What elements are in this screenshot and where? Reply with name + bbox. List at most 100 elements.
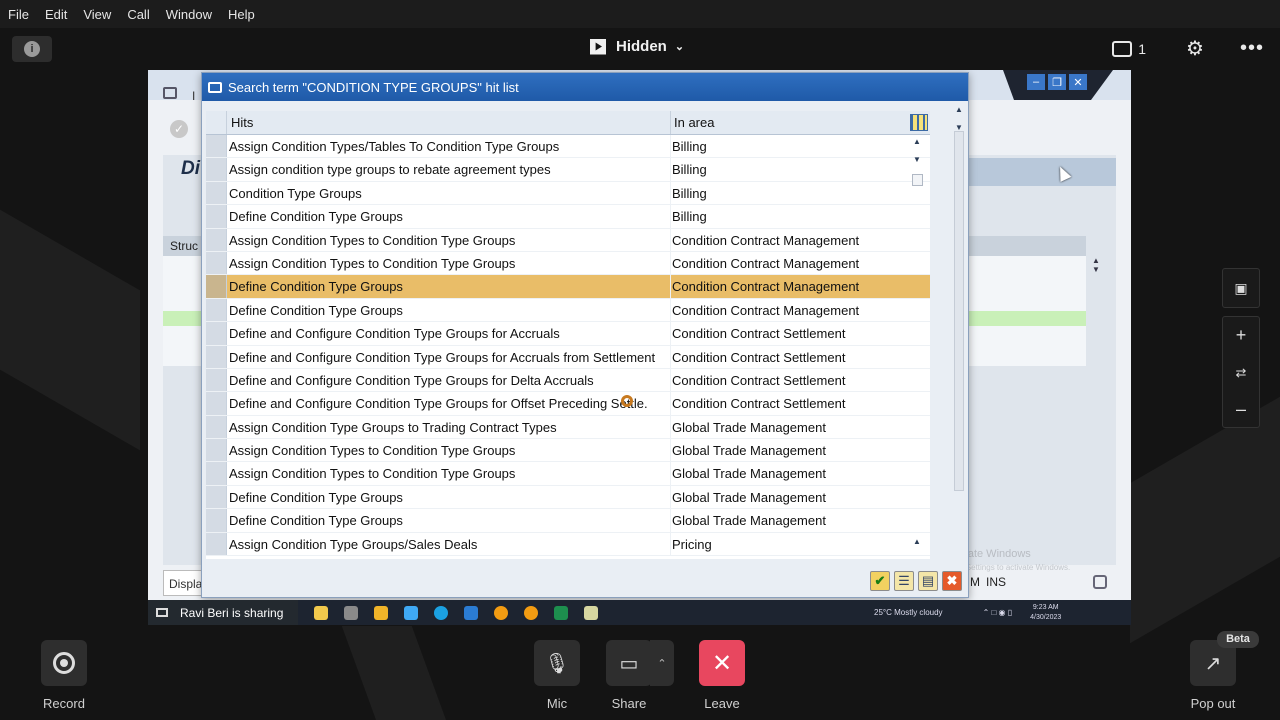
row-selector[interactable] <box>206 532 227 556</box>
new-search-icon[interactable]: ☰ <box>894 571 914 591</box>
row-selector[interactable] <box>206 322 227 345</box>
area-cell[interactable]: Condition Contract Management <box>671 275 930 298</box>
hit-cell[interactable]: Define and Configure Condition Type Grou… <box>227 392 671 415</box>
hit-cell[interactable]: Define and Configure Condition Type Grou… <box>227 322 671 345</box>
area-cell[interactable]: Global Trade Management <box>671 439 930 461</box>
area-cell[interactable]: Pricing <box>671 533 930 555</box>
chat-icon[interactable] <box>1112 40 1133 57</box>
hit-cell[interactable]: Assign Condition Types to Condition Type… <box>227 228 671 251</box>
area-cell[interactable]: Condition Contract Settlement <box>671 322 930 344</box>
row-selector[interactable] <box>206 181 227 205</box>
row-selector[interactable] <box>206 345 227 368</box>
row-selector[interactable] <box>206 135 227 158</box>
tray-icons[interactable]: ⌃ □ ◉ ▯ <box>983 608 1013 617</box>
menu-help[interactable]: Help <box>228 7 255 22</box>
hit-cell[interactable]: Assign Condition Types to Condition Type… <box>227 462 671 485</box>
area-cell[interactable]: Billing <box>671 158 930 180</box>
area-cell[interactable]: Billing <box>671 205 930 227</box>
hit-cell[interactable]: Assign Condition Type Groups to Trading … <box>227 415 671 439</box>
clock[interactable]: 9:23 AM 4/30/2023 <box>1030 603 1061 623</box>
table-row[interactable]: Assign condition type groups to rebate a… <box>206 158 930 182</box>
file-explorer-icon[interactable] <box>374 605 388 620</box>
table-row[interactable]: Assign Condition Types to Condition Type… <box>206 251 930 276</box>
task-view-icon[interactable] <box>344 605 358 620</box>
table-row[interactable]: Assign Condition Types to Condition Type… <box>206 462 930 486</box>
cancel-button[interactable]: ✖ <box>942 571 962 591</box>
table-row[interactable]: Assign Condition Types to Condition Type… <box>206 228 930 252</box>
column-header-area[interactable]: In area <box>671 111 930 134</box>
continue-button[interactable]: ✔ <box>870 571 890 591</box>
menu-call[interactable]: Call <box>127 7 149 22</box>
hit-cell[interactable]: Define Condition Type Groups <box>227 275 671 298</box>
hit-cell[interactable]: Assign condition type groups to rebate a… <box>227 158 671 181</box>
area-cell[interactable]: Condition Contract Settlement <box>671 369 930 391</box>
area-cell[interactable]: Billing <box>671 182 930 204</box>
row-selector[interactable] <box>206 228 227 251</box>
row-selector[interactable] <box>206 462 227 485</box>
table-row[interactable]: Define Condition Type Groups Billing <box>206 205 930 229</box>
table-row[interactable]: Define and Configure Condition Type Grou… <box>206 322 930 346</box>
store-icon[interactable] <box>404 605 418 620</box>
gear-icon[interactable]: ⚙ <box>1186 36 1204 61</box>
area-cell[interactable]: Global Trade Management <box>671 486 930 508</box>
table-row[interactable]: Define Condition Type Groups Global Trade… <box>206 485 930 510</box>
mic-button[interactable]: 🎙 <box>534 640 580 686</box>
table-row[interactable]: Define Condition Type Groups Condition Co… <box>206 298 930 323</box>
scroll-up-icon[interactable]: ▲ <box>955 105 963 114</box>
area-cell[interactable]: Condition Contract Management <box>671 299 930 321</box>
share-button[interactable]: ▭ <box>606 640 652 686</box>
menu-view[interactable]: View <box>83 7 111 22</box>
lock-icon[interactable] <box>1093 575 1107 589</box>
print-list-icon[interactable]: ▤ <box>918 571 938 591</box>
zoom-out-icon[interactable]: – <box>1223 391 1259 428</box>
scrollbar-track[interactable] <box>954 131 964 491</box>
table-row[interactable]: Define and Configure Condition Type Grou… <box>206 392 930 416</box>
table-row[interactable]: Assign Condition Types to Condition Type… <box>206 439 930 463</box>
hit-cell[interactable]: Assign Condition Types/Tables To Conditi… <box>227 135 671 158</box>
scroll-thumb[interactable] <box>912 174 923 186</box>
row-selector[interactable] <box>206 205 227 228</box>
sap-menu-icon[interactable] <box>163 87 177 99</box>
menu-window[interactable]: Window <box>166 7 212 22</box>
table-row[interactable]: Define Condition Type Groups Global Trade… <box>206 509 930 533</box>
share-options-button[interactable]: ⌃ <box>650 640 674 686</box>
row-selector[interactable] <box>206 298 227 322</box>
row-selector[interactable] <box>206 485 227 509</box>
row-selector[interactable] <box>206 415 227 439</box>
background-scrollbar[interactable]: ▲ ▼ <box>1090 256 1102 546</box>
hit-cell[interactable]: Condition Type Groups <box>227 181 671 205</box>
hit-cell[interactable]: Define Condition Type Groups <box>227 485 671 509</box>
table-row[interactable]: Assign Condition Types/Tables To Conditi… <box>206 135 930 159</box>
table-row[interactable]: Assign Condition Type Groups/Sales Deals… <box>206 532 930 557</box>
more-options-icon[interactable]: ••• <box>1240 37 1264 60</box>
fit-width-icon[interactable]: ⇄ <box>1223 354 1259 391</box>
hit-cell[interactable]: Assign Condition Type Groups/Sales Deals <box>227 532 671 556</box>
weather-text[interactable]: 25°C Mostly cloudy <box>874 608 943 617</box>
row-selector[interactable] <box>206 392 227 415</box>
area-cell[interactable]: Condition Contract Management <box>671 229 930 251</box>
visibility-toggle[interactable]: Hidden ⌄ <box>590 38 684 55</box>
column-header-hits[interactable]: Hits <box>227 111 671 134</box>
scroll-down-icon[interactable]: ▼ <box>913 155 921 164</box>
row-selector[interactable] <box>206 158 227 181</box>
column-settings-icon[interactable] <box>910 114 928 131</box>
area-cell[interactable]: Condition Contract Settlement <box>671 346 930 368</box>
row-selector[interactable] <box>206 275 227 298</box>
fit-screen-button[interactable]: ▣ <box>1222 268 1260 308</box>
app-icon[interactable] <box>494 605 508 620</box>
table-row[interactable]: Condition Type Groups Billing <box>206 181 930 206</box>
menu-edit[interactable]: Edit <box>45 7 67 22</box>
area-cell[interactable]: Billing <box>671 135 930 157</box>
row-selector[interactable] <box>206 439 227 462</box>
hit-cell[interactable]: Define and Configure Condition Type Grou… <box>227 345 671 368</box>
app-icon[interactable] <box>314 605 328 620</box>
area-cell[interactable]: Global Trade Management <box>671 509 930 531</box>
record-button[interactable] <box>41 640 87 686</box>
zoom-in-icon[interactable]: + <box>1223 317 1259 354</box>
area-cell[interactable]: Condition Contract Management <box>671 252 930 274</box>
info-button[interactable]: i <box>12 36 52 62</box>
menu-file[interactable]: File <box>8 7 29 22</box>
app-icon[interactable] <box>524 605 538 620</box>
row-selector[interactable] <box>206 509 227 532</box>
table-row[interactable]: Assign Condition Type Groups to Trading … <box>206 415 930 440</box>
